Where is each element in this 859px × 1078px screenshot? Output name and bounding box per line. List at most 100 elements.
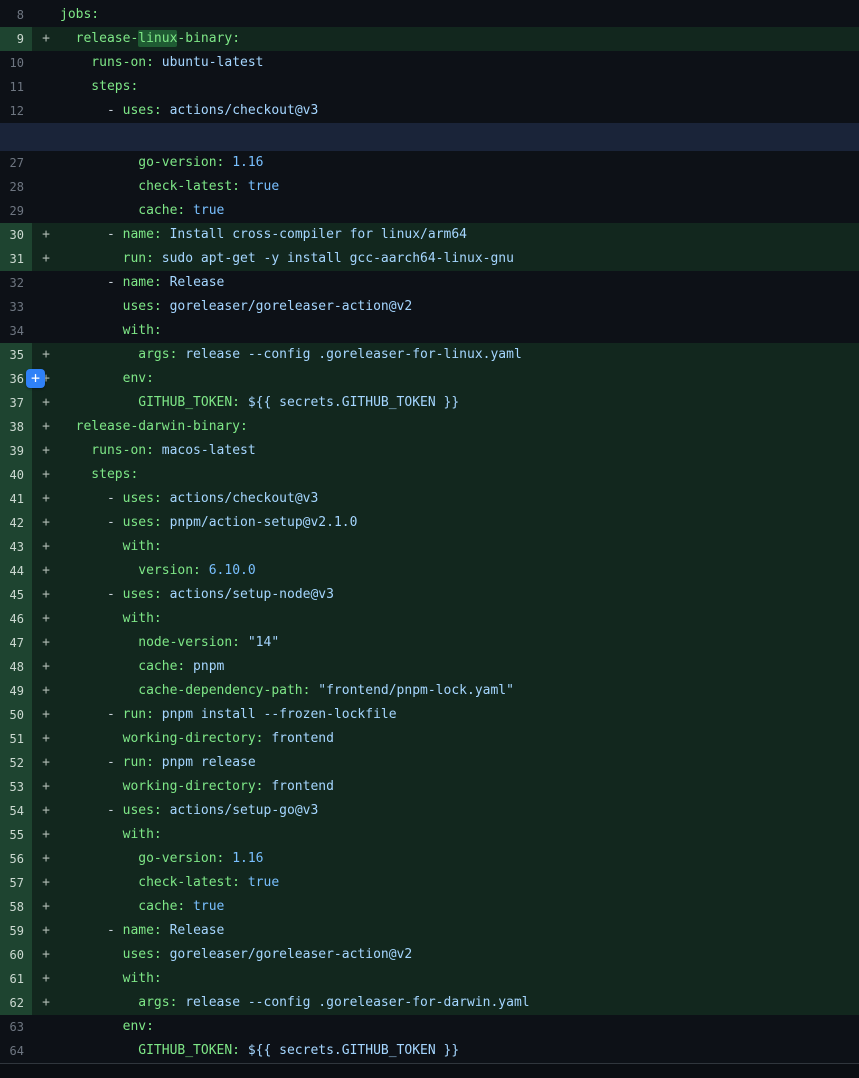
- diff-row: 35+ args: release --config .goreleaser-f…: [0, 343, 859, 367]
- code-line: with:: [60, 967, 859, 991]
- diff-row: 61+ with:: [0, 967, 859, 991]
- line-number[interactable]: 33: [0, 295, 32, 319]
- code-token: release-: [60, 31, 138, 46]
- line-number[interactable]: 35: [0, 343, 32, 367]
- diff-add-marker: +: [32, 487, 60, 511]
- line-number[interactable]: 39: [0, 439, 32, 463]
- code-token: true: [185, 899, 224, 914]
- line-number[interactable]: 41: [0, 487, 32, 511]
- code-token: release --config .goreleaser-for-linux.y…: [177, 347, 521, 362]
- line-number[interactable]: 32: [0, 271, 32, 295]
- line-number[interactable]: 59: [0, 919, 32, 943]
- line-number[interactable]: 64: [0, 1039, 32, 1063]
- diff-row: 41+ - uses: actions/checkout@v3: [0, 487, 859, 511]
- code-token: name:: [123, 275, 162, 290]
- diff-add-marker: +: [32, 679, 60, 703]
- diff-row: 39+ runs-on: macos-latest: [0, 439, 859, 463]
- line-number[interactable]: 53: [0, 775, 32, 799]
- line-number[interactable]: 12: [0, 99, 32, 123]
- line-number[interactable]: 63: [0, 1015, 32, 1039]
- code-line: GITHUB_TOKEN: ${{ secrets.GITHUB_TOKEN }…: [60, 391, 859, 415]
- line-number[interactable]: 57: [0, 871, 32, 895]
- line-number[interactable]: 30: [0, 223, 32, 247]
- diff-row: 48+ cache: pnpm: [0, 655, 859, 679]
- hunk-expander[interactable]: [0, 123, 859, 151]
- line-number[interactable]: 49: [0, 679, 32, 703]
- line-number[interactable]: 46: [0, 607, 32, 631]
- line-number[interactable]: 45: [0, 583, 32, 607]
- diff-row: 49+ cache-dependency-path: "frontend/pnp…: [0, 679, 859, 703]
- line-number[interactable]: 42: [0, 511, 32, 535]
- line-number[interactable]: 61: [0, 967, 32, 991]
- line-number[interactable]: 28: [0, 175, 32, 199]
- code-line: go-version: 1.16: [60, 151, 859, 175]
- line-number[interactable]: 52: [0, 751, 32, 775]
- code-token: run:: [123, 755, 154, 770]
- diff-row: 57+ check-latest: true: [0, 871, 859, 895]
- diff-add-marker: [32, 175, 60, 199]
- line-number[interactable]: 51: [0, 727, 32, 751]
- code-token: GITHUB_TOKEN:: [60, 1043, 240, 1058]
- line-number[interactable]: 37: [0, 391, 32, 415]
- code-token: actions/checkout@v3: [162, 103, 319, 118]
- diff-add-marker: +: [32, 943, 60, 967]
- line-number[interactable]: 10: [0, 51, 32, 75]
- line-number[interactable]: 9: [0, 27, 32, 51]
- code-line: env:: [60, 367, 859, 391]
- line-number[interactable]: 40: [0, 463, 32, 487]
- line-number[interactable]: 60: [0, 943, 32, 967]
- code-token: uses:: [123, 491, 162, 506]
- diff-add-marker: [32, 319, 60, 343]
- code-token: -: [60, 515, 123, 530]
- diff-row: 11 steps:: [0, 75, 859, 99]
- add-comment-button[interactable]: +: [26, 369, 45, 388]
- code-token: true: [240, 875, 279, 890]
- diff-row: 8jobs:: [0, 3, 859, 27]
- code-token: pnpm release: [154, 755, 256, 770]
- diff-row: 62+ args: release --config .goreleaser-f…: [0, 991, 859, 1015]
- line-number[interactable]: 54: [0, 799, 32, 823]
- line-number[interactable]: 27: [0, 151, 32, 175]
- diff-add-marker: +: [32, 463, 60, 487]
- code-token: -: [60, 491, 123, 506]
- code-token: uses:: [60, 299, 162, 314]
- code-token: "14": [240, 635, 279, 650]
- line-number[interactable]: 38: [0, 415, 32, 439]
- line-number[interactable]: 11: [0, 75, 32, 99]
- diff-add-marker: +: [32, 439, 60, 463]
- diff-table: 8jobs:9+ release-linux-binary:10 runs-on…: [0, 3, 859, 1063]
- code-token: macos-latest: [154, 443, 256, 458]
- line-number[interactable]: 34: [0, 319, 32, 343]
- line-number[interactable]: 29: [0, 199, 32, 223]
- diff-add-marker: +: [32, 895, 60, 919]
- line-number[interactable]: 48: [0, 655, 32, 679]
- diff-add-marker: [32, 151, 60, 175]
- line-number[interactable]: 62: [0, 991, 32, 1015]
- diff-row: 54+ - uses: actions/setup-go@v3: [0, 799, 859, 823]
- code-token: go-version:: [60, 155, 224, 170]
- line-number[interactable]: 56: [0, 847, 32, 871]
- line-number[interactable]: 55: [0, 823, 32, 847]
- code-line: GITHUB_TOKEN: ${{ secrets.GITHUB_TOKEN }…: [60, 1039, 859, 1063]
- code-token: uses:: [123, 515, 162, 530]
- code-token: working-directory:: [60, 731, 264, 746]
- code-token: release --config .goreleaser-for-darwin.…: [177, 995, 529, 1010]
- line-number[interactable]: 8: [0, 3, 32, 27]
- code-token: 1.16: [224, 851, 263, 866]
- code-token: -binary:: [177, 31, 240, 46]
- code-token: env:: [60, 371, 154, 386]
- line-number[interactable]: 47: [0, 631, 32, 655]
- code-token: run:: [60, 251, 154, 266]
- code-line: - uses: actions/checkout@v3: [60, 487, 859, 511]
- diff-add-marker: [32, 75, 60, 99]
- line-number[interactable]: 50: [0, 703, 32, 727]
- diff-add-marker: [32, 51, 60, 75]
- line-number[interactable]: 43: [0, 535, 32, 559]
- code-line: cache-dependency-path: "frontend/pnpm-lo…: [60, 679, 859, 703]
- line-number[interactable]: 58: [0, 895, 32, 919]
- code-token: go-version:: [60, 851, 224, 866]
- diff-row: 58+ cache: true: [0, 895, 859, 919]
- line-number[interactable]: 31: [0, 247, 32, 271]
- code-line: release-linux-binary:: [60, 27, 859, 51]
- line-number[interactable]: 44: [0, 559, 32, 583]
